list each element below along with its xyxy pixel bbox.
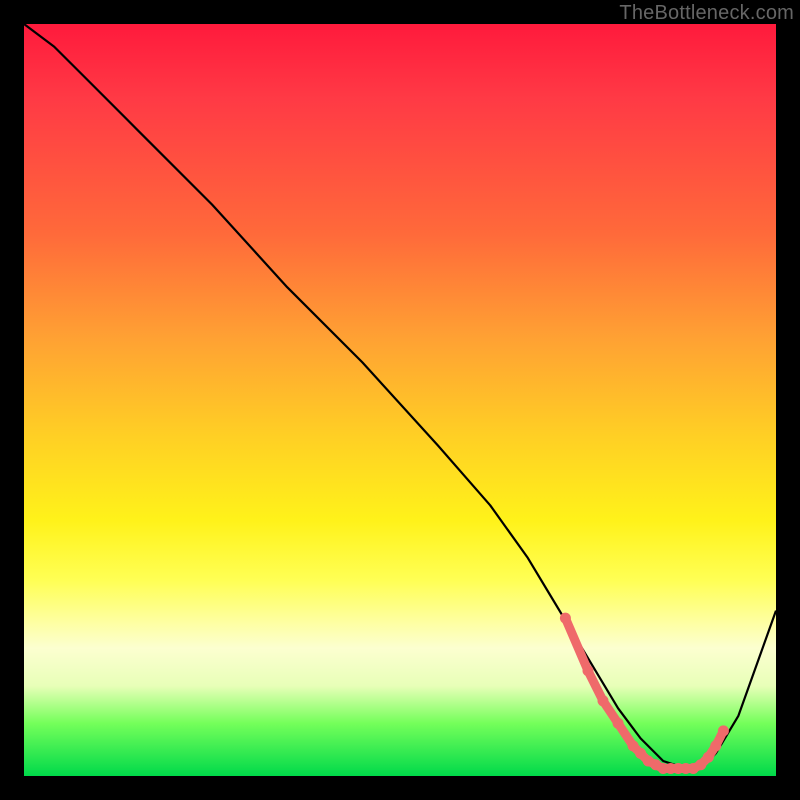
plot-area	[24, 24, 776, 776]
marker-dot	[613, 718, 624, 729]
marker-dot	[703, 752, 714, 763]
marker-dot	[560, 613, 571, 624]
marker-dot	[598, 695, 609, 706]
markers-layer	[560, 613, 729, 774]
watermark-label: TheBottleneck.com	[619, 2, 794, 25]
marker-stroke	[565, 618, 723, 768]
chart-svg	[24, 24, 776, 776]
marker-dot	[710, 740, 721, 751]
series-layer	[24, 24, 776, 769]
series-path	[24, 24, 776, 769]
marker-dot	[583, 665, 594, 676]
chart-stage: TheBottleneck.com	[0, 0, 800, 800]
marker-dot	[718, 725, 729, 736]
